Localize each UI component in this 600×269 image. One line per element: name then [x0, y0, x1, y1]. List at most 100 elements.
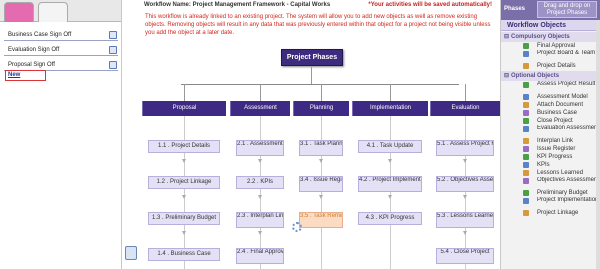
edit-icon[interactable] — [109, 61, 117, 69]
object-section-header[interactable]: Compulsory Objects — [501, 32, 600, 42]
object-item[interactable]: Evaluation Assessment — [501, 125, 600, 137]
edit-icon[interactable] — [109, 46, 117, 54]
workflow-item-evaluation[interactable]: Evaluation Sign Off — [4, 45, 118, 56]
object-label: Project Linkage — [537, 210, 579, 216]
task-box[interactable]: 4.1 . Task Update — [358, 140, 422, 153]
linked-project-notice: This workflow is already linked to an ex… — [145, 14, 491, 36]
object-label: Issue Register — [537, 146, 576, 152]
task-box[interactable]: 1.2 . Project Linkage — [148, 176, 220, 189]
phase-header-3[interactable]: Implementation — [352, 101, 428, 116]
object-item[interactable]: Project Implementation Budget — [501, 197, 600, 209]
phase-lane-line — [184, 116, 185, 269]
object-icon — [523, 154, 529, 160]
object-label: Interplan Link — [537, 138, 574, 144]
object-item[interactable]: Final Approval — [501, 42, 600, 50]
object-label: Evaluation Assessment — [537, 125, 600, 131]
flow-arrow-icon — [463, 231, 467, 235]
task-box[interactable]: 2.3 . Interplan Link — [236, 212, 284, 228]
project-phases-button[interactable]: Project Phases — [281, 49, 343, 66]
phase-header-4[interactable]: Evaluation — [430, 101, 500, 116]
edit-icon[interactable] — [109, 31, 117, 39]
left-tab-bar — [0, 0, 121, 22]
object-item[interactable]: Objectives Assessment — [501, 177, 600, 189]
task-box[interactable]: 4.2 . Project Implementation B... — [358, 176, 422, 192]
object-icon — [523, 51, 529, 57]
phase-lane-line — [321, 116, 322, 269]
object-item[interactable]: KPI Progress — [501, 153, 600, 161]
object-item[interactable]: Interplan Link — [501, 137, 600, 145]
flow-arrow-icon — [463, 159, 467, 163]
object-icon — [523, 138, 529, 144]
object-label: Close Project — [537, 118, 573, 124]
object-icon — [523, 210, 529, 216]
object-icon — [523, 146, 529, 152]
workflow-name: Workflow Name: Project Management Framew… — [144, 2, 331, 8]
object-item[interactable]: Close Project — [501, 117, 600, 125]
object-label: Assessment Model — [537, 94, 588, 100]
object-icon — [523, 178, 529, 184]
phase-header-1[interactable]: Assessment — [230, 101, 290, 116]
object-label: Objectives Assessment — [537, 177, 600, 183]
left-panel: Business Case Sign Off Evaluation Sign O… — [0, 0, 122, 269]
drag-drop-hint: Drag and drop on Project Phases — [537, 1, 597, 18]
task-box[interactable]: 2.2 . KPIs — [236, 176, 284, 189]
object-item[interactable]: Issue Register — [501, 145, 600, 153]
object-item[interactable]: Preliminary Budget — [501, 189, 600, 197]
flow-arrow-icon — [388, 159, 392, 163]
phase-lane-line — [260, 116, 261, 269]
object-item[interactable]: Project Board & Team — [501, 50, 600, 62]
object-section-header[interactable]: Optional Objects — [501, 71, 600, 81]
flow-arrow-icon — [258, 159, 262, 163]
task-box[interactable]: 4.3 . KPI Progress — [358, 212, 422, 225]
phase-lane-line — [465, 116, 466, 269]
flow-arrow-icon — [388, 195, 392, 199]
flow-arrow-icon — [258, 231, 262, 235]
phase-lane-line — [390, 116, 391, 269]
object-label: Preliminary Budget — [537, 190, 588, 196]
task-box[interactable]: 5.2 . Objectives Assessment — [436, 176, 494, 192]
flow-arrow-icon — [258, 195, 262, 199]
object-label: Project Implementation Budget — [537, 197, 600, 203]
task-box[interactable]: 5.4 . Close Project — [436, 248, 494, 264]
connector-line — [390, 84, 391, 101]
task-box[interactable]: 3.5 . Task Reminder — [299, 212, 343, 228]
task-box[interactable]: 1.4 . Business Case — [148, 248, 220, 261]
flow-arrow-icon — [182, 159, 186, 163]
object-item[interactable]: KPIs — [501, 161, 600, 169]
object-item[interactable]: Attach Document — [501, 101, 600, 109]
workflow-canvas: Workflow Name: Project Management Framew… — [122, 0, 500, 269]
object-item[interactable]: Business Case — [501, 109, 600, 117]
phase-header-2[interactable]: Planning — [293, 101, 349, 116]
settings-tab[interactable] — [38, 2, 68, 22]
flow-arrow-icon — [182, 195, 186, 199]
task-box[interactable]: 2.4 . Final Approval — [236, 248, 284, 264]
connector-line — [260, 84, 261, 101]
workflow-item-label: Proposal Sign Off — [8, 62, 55, 68]
task-box[interactable]: 5.3 . Lessons Learned — [436, 212, 494, 228]
scrollbar[interactable] — [596, 20, 600, 269]
flow-arrow-icon — [319, 195, 323, 199]
object-icon — [523, 198, 529, 204]
flow-arrow-icon — [463, 195, 467, 199]
object-item[interactable]: Project Details — [501, 62, 600, 70]
new-workflow-link[interactable]: New — [5, 70, 46, 81]
task-box[interactable]: 1.1 . Project Details — [148, 140, 220, 153]
connector-line — [181, 84, 459, 85]
right-panel-tabs: Phases Drag and drop on Project Phases — [501, 0, 600, 20]
object-item[interactable]: Lessons Learned — [501, 169, 600, 177]
object-icon — [523, 162, 529, 168]
task-box[interactable]: 3.1 . Task Planning — [299, 140, 343, 156]
object-label: KPIs — [537, 162, 550, 168]
phases-tab[interactable]: Phases — [504, 2, 534, 17]
object-item[interactable]: Assess Project Result — [501, 81, 600, 93]
task-box[interactable]: 3.4 . Issue Register — [299, 176, 343, 192]
trash-icon[interactable] — [125, 246, 137, 260]
object-item[interactable]: Assessment Model — [501, 93, 600, 101]
task-box[interactable]: 1.3 . Preliminary Budget — [148, 212, 220, 225]
phase-header-0[interactable]: Proposal — [142, 101, 226, 116]
object-item[interactable]: Project Linkage — [501, 209, 600, 217]
task-box[interactable]: 2.1 . Assessment Model — [236, 140, 284, 156]
workflow-item-business-case[interactable]: Business Case Sign Off — [4, 30, 118, 41]
workflow-tab[interactable] — [4, 2, 34, 22]
task-box[interactable]: 5.1 . Assess Project Result — [436, 140, 494, 156]
